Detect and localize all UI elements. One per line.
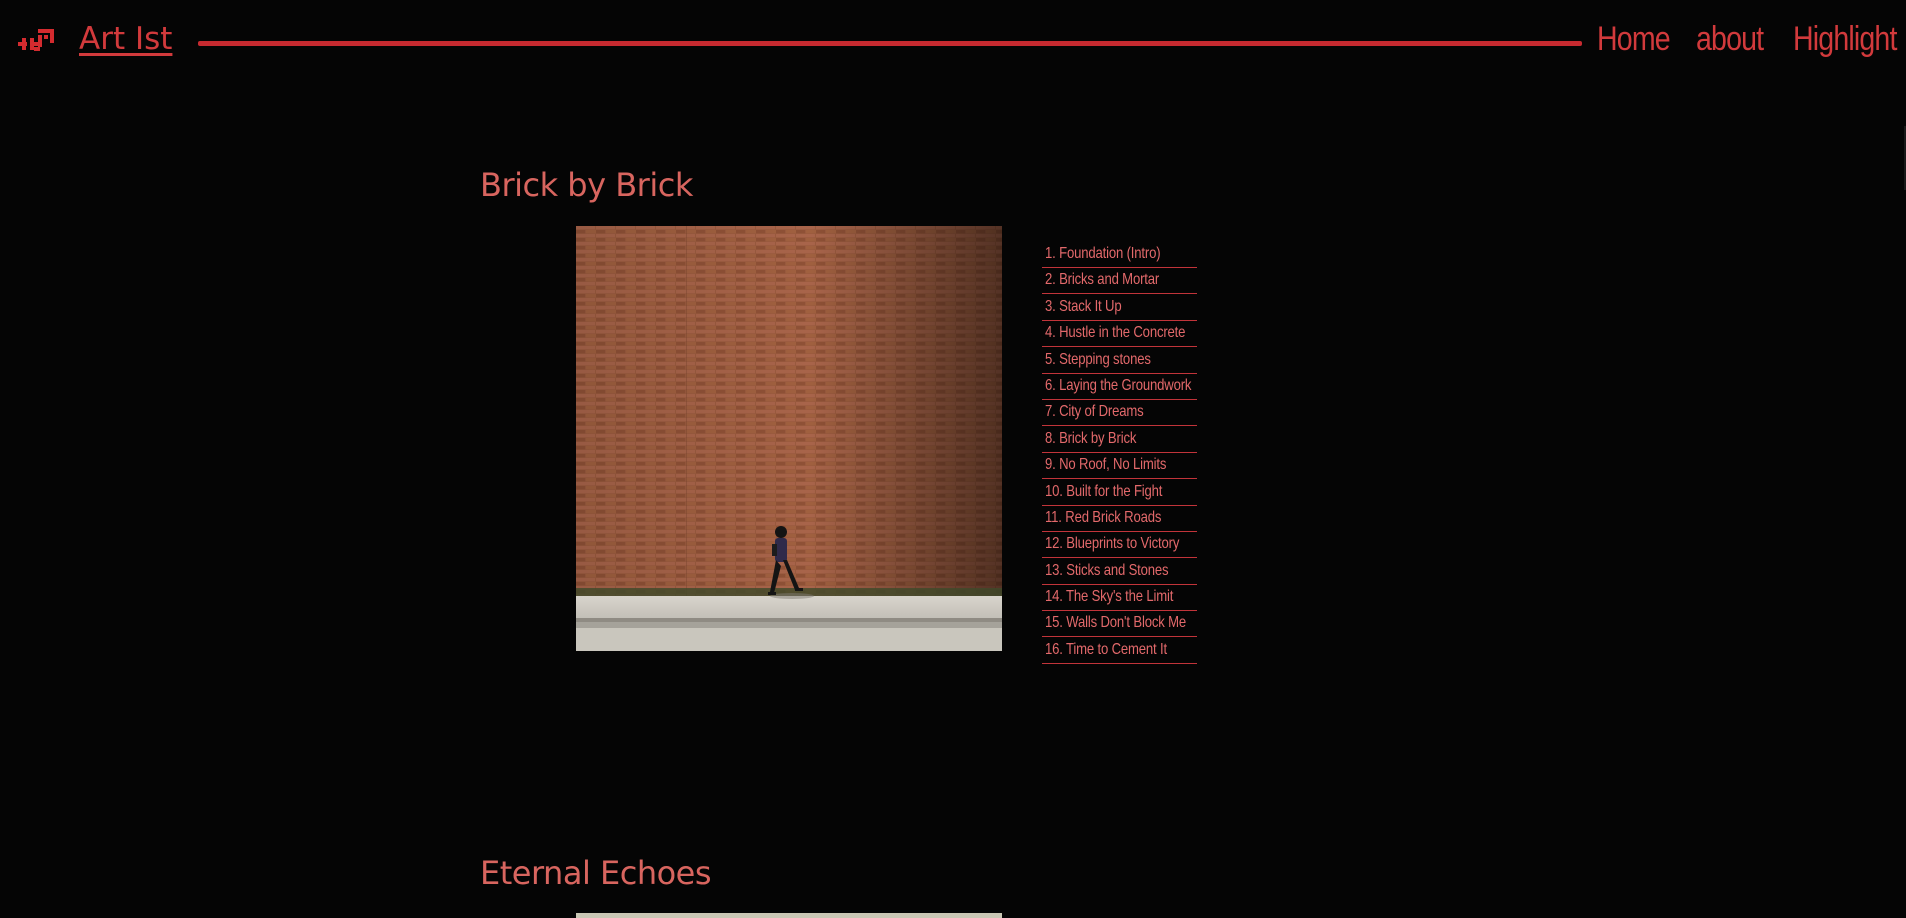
album-title: Eternal Echoes [480, 854, 712, 892]
nav-home[interactable]: Home [1597, 20, 1671, 59]
album-cover-photo [576, 226, 1002, 651]
track-item[interactable]: 10. Built for the Fight [1042, 481, 1197, 506]
track-item[interactable]: 11. Red Brick Roads [1042, 507, 1197, 532]
track-item[interactable]: 2. Bricks and Mortar [1042, 269, 1197, 295]
track-item[interactable]: 14. The Sky's the Limit [1042, 586, 1197, 612]
track-list: 1. Foundation (Intro) 2. Bricks and Mort… [1042, 243, 1197, 665]
track-item[interactable]: 6. Laying the Groundwork [1042, 375, 1197, 400]
brand-link[interactable]: Art Ist [79, 21, 172, 57]
nav-highlight[interactable]: Highlight [1793, 20, 1897, 59]
track-item[interactable]: 7. City of Dreams [1042, 401, 1197, 427]
album-cover[interactable] [576, 913, 1002, 918]
track-item[interactable]: 5. Stepping stones [1042, 349, 1197, 374]
track-item[interactable]: 9. No Roof, No Limits [1042, 454, 1197, 480]
track-item[interactable]: 12. Blueprints to Victory [1042, 533, 1197, 559]
track-item[interactable]: 13. Sticks and Stones [1042, 560, 1197, 585]
track-item[interactable]: 4. Hustle in the Concrete [1042, 322, 1197, 348]
track-item[interactable]: 1. Foundation (Intro) [1042, 243, 1197, 268]
header-divider [198, 41, 1582, 46]
track-item[interactable]: 8. Brick by Brick [1042, 428, 1197, 453]
track-item[interactable]: 15. Walls Don't Block Me [1042, 612, 1197, 638]
nav-about[interactable]: about [1696, 20, 1764, 59]
music-note-logo-icon[interactable] [18, 27, 58, 57]
track-item[interactable]: 3. Stack It Up [1042, 296, 1197, 321]
site-header: Art Ist Home about Highlight [0, 0, 1906, 90]
track-item[interactable]: 16. Time to Cement It [1042, 639, 1197, 664]
album-cover[interactable] [576, 226, 1002, 651]
album-title: Brick by Brick [480, 166, 693, 204]
